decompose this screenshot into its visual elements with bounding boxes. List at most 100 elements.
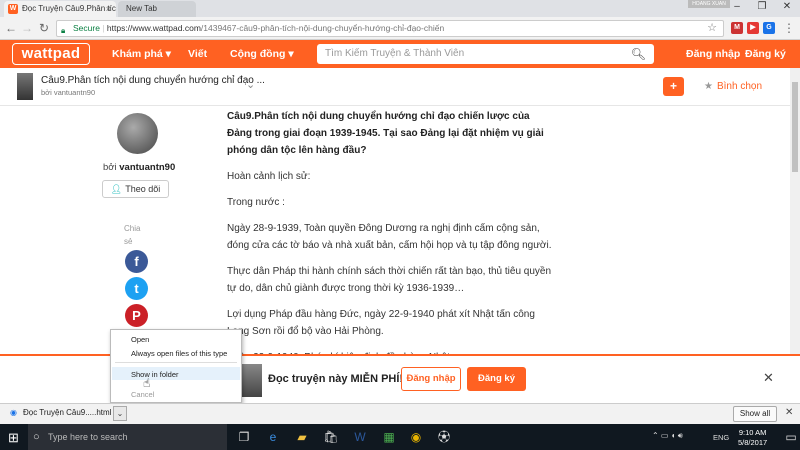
- story-bar: Câu9.Phân tích nội dung chuyển hướng chỉ…: [0, 68, 800, 106]
- nav-write[interactable]: Viết: [188, 40, 207, 68]
- chrome-icon[interactable]: ◉: [408, 429, 424, 445]
- scroll-thumb[interactable]: [792, 82, 798, 172]
- vote-label: Bình chọn: [716, 81, 763, 92]
- extension-icon[interactable]: ▶: [747, 22, 759, 34]
- profile-badge[interactable]: HOANG XUAN: [688, 0, 730, 8]
- close-window-button[interactable]: ✕: [777, 0, 797, 14]
- download-filename: Đọc Truyện Câu9.....html: [22, 408, 112, 417]
- menu-item-show-in-folder[interactable]: Show in folder: [131, 370, 179, 379]
- paragraph: Trong nước :: [227, 197, 285, 208]
- banner-login-button[interactable]: Đăng nhập: [401, 367, 461, 391]
- login-link[interactable]: Đăng nhập: [686, 40, 740, 68]
- follow-label: Theo dõi: [125, 184, 161, 194]
- banner-text: Đọc truyện này MIỄN PHÍ!: [268, 373, 404, 385]
- share-label: Chia sẻ: [124, 224, 141, 246]
- story-cover[interactable]: [17, 73, 33, 100]
- secure-label: Secure: [73, 23, 100, 33]
- download-bar: ◉ Đọc Truyện Câu9.....html ⌄ Show all ✕: [0, 403, 800, 424]
- tab-label: New Tab: [126, 4, 157, 13]
- search-placeholder: Tìm Kiếm Truyện & Thành Viên: [325, 48, 465, 59]
- close-icon[interactable]: ✕: [763, 370, 774, 386]
- menu-item-cancel[interactable]: Cancel: [131, 390, 154, 399]
- author-name[interactable]: vantuantn90: [119, 162, 175, 173]
- banner-cover: [242, 364, 262, 397]
- tab-wattpad[interactable]: W Đọc Truyện Câu9.Phân tíc ×: [4, 1, 116, 17]
- menu-item-always-open[interactable]: Always open files of this type: [131, 349, 227, 358]
- extension-icon[interactable]: G: [763, 22, 775, 34]
- taskbar-search-input[interactable]: ○ Type here to search: [28, 424, 227, 450]
- download-options-chevron-icon[interactable]: ⌄: [113, 406, 127, 421]
- paragraph: Hoàn cảnh lịch sử:: [227, 171, 311, 182]
- url-input[interactable]: 🔒︎ Secure | https://www.wattpad.com/1439…: [56, 20, 724, 37]
- taskbar-search-placeholder: Type here to search: [48, 432, 128, 442]
- task-view-icon[interactable]: ❐: [236, 429, 252, 445]
- lock-icon: 🔒︎: [61, 26, 66, 35]
- tab-label: Đọc Truyện Câu9.Phân tíc: [22, 4, 116, 13]
- tab-close-icon[interactable]: ×: [106, 1, 111, 17]
- nav-discover[interactable]: Khám phá ▾: [112, 40, 171, 68]
- twitter-icon[interactable]: t: [125, 277, 148, 300]
- windows-start-icon[interactable]: ⊞: [8, 430, 19, 446]
- vote-button[interactable]: ★ Bình chọn: [704, 77, 762, 96]
- file-explorer-icon[interactable]: ▰: [294, 429, 310, 445]
- clock-date: 5/8/2017: [738, 438, 768, 447]
- nav-community[interactable]: Cộng đồng ▾: [230, 40, 294, 68]
- word-icon[interactable]: W: [352, 429, 368, 445]
- search-icon[interactable]: 🔍︎: [631, 44, 646, 64]
- clock[interactable]: 9:10 AM 5/8/2017: [738, 428, 767, 448]
- back-icon[interactable]: ←: [4, 21, 18, 35]
- tab-new-tab[interactable]: New Tab: [118, 1, 196, 17]
- address-bar: ← → ↻ 🔒︎ Secure | https://www.wattpad.co…: [0, 17, 800, 40]
- add-user-icon: 👤︎: [110, 184, 123, 194]
- media-icon[interactable]: ▦: [381, 429, 397, 445]
- show-all-button[interactable]: Show all: [733, 406, 777, 422]
- story-title[interactable]: Câu9.Phân tích nội dung chuyển hướng chỉ…: [41, 75, 265, 86]
- pinterest-icon[interactable]: P: [125, 304, 148, 327]
- cortana-icon: ○: [33, 431, 40, 443]
- tab-strip: W Đọc Truyện Câu9.Phân tíc × New Tab HOA…: [0, 0, 800, 17]
- menu-item-open[interactable]: Open: [131, 335, 149, 344]
- wattpad-favicon-icon: W: [8, 4, 18, 14]
- windows-taskbar: ⊞ ○ Type here to search ❐ e ▰ 🛍︎ W ▦ ◉ ⚽…: [0, 424, 800, 450]
- avatar[interactable]: [117, 113, 158, 154]
- url-host: https://www.wattpad.com: [106, 23, 201, 33]
- page-scrollbar[interactable]: [790, 68, 800, 354]
- app-icon[interactable]: ⚽︎: [436, 429, 452, 445]
- wattpad-logo[interactable]: wattpad: [12, 43, 90, 65]
- language-indicator[interactable]: ENG: [713, 433, 729, 442]
- author-byline: bởi vantuantn90: [103, 162, 175, 173]
- search-input[interactable]: Tìm Kiếm Truyện & Thành Viên 🔍︎: [317, 44, 654, 64]
- author-by-prefix: bởi: [103, 162, 120, 173]
- menu-divider: [115, 362, 237, 363]
- signup-link[interactable]: Đăng ký: [745, 40, 786, 68]
- store-icon[interactable]: 🛍︎: [323, 429, 339, 445]
- extension-icon[interactable]: M: [731, 22, 743, 34]
- download-context-menu: Open Always open files of this type Show…: [110, 329, 242, 403]
- reload-icon[interactable]: ↻: [37, 21, 51, 35]
- wattpad-header: wattpad Khám phá ▾ Viết Cộng đồng ▾ Tìm …: [0, 40, 800, 68]
- facebook-icon[interactable]: f: [125, 250, 148, 273]
- clock-time: 9:10 AM: [738, 428, 767, 437]
- system-tray-icons[interactable]: ⌃ ▭ ◖ 🔊︎: [652, 431, 683, 441]
- paragraph: Thực dân Pháp thi hành chính sách thời c…: [227, 266, 552, 294]
- add-to-list-button[interactable]: +: [663, 77, 684, 96]
- bookmark-star-icon[interactable]: ☆: [707, 21, 717, 36]
- download-item[interactable]: ◉ Đọc Truyện Câu9.....html: [10, 408, 111, 417]
- download-bar-close-icon[interactable]: ✕: [785, 407, 793, 418]
- mouse-cursor-icon: ☝︎: [143, 376, 151, 390]
- banner-signup-button[interactable]: Đăng ký: [467, 367, 526, 391]
- menu-icon[interactable]: ⋮: [782, 21, 796, 35]
- follow-button[interactable]: 👤︎ Theo dõi: [102, 180, 169, 198]
- paragraph: Ngày 28-9-1939, Toàn quyền Đông Dương ra…: [227, 223, 552, 251]
- url-path: /1439467-câu9-phân-tích-nội-dung-chuyển-…: [200, 23, 445, 33]
- minimize-button[interactable]: –: [727, 0, 747, 14]
- maximize-button[interactable]: ❐: [752, 0, 772, 14]
- story-author[interactable]: bởi vantuantn90: [41, 88, 95, 97]
- chrome-file-icon: ◉: [10, 408, 17, 417]
- chapter-heading: Câu9.Phân tích nội dung chuyển hướng chỉ…: [227, 111, 544, 156]
- chevron-down-icon[interactable]: ⌄: [246, 78, 255, 91]
- story-text: Câu9.Phân tích nội dung chuyển hướng chỉ…: [227, 108, 552, 375]
- forward-icon[interactable]: →: [20, 21, 34, 35]
- edge-icon[interactable]: e: [265, 429, 281, 445]
- notifications-icon[interactable]: ▭: [783, 429, 799, 445]
